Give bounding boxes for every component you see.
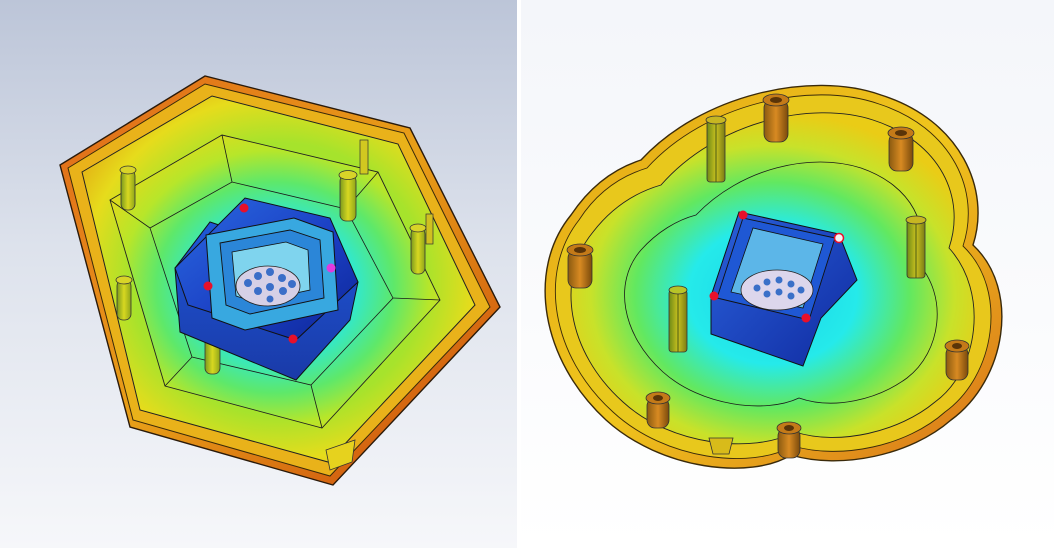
probe-marker-red [738, 210, 748, 220]
trefoil-rim-notch [708, 437, 734, 455]
probe-marker-red [801, 313, 811, 323]
boss [762, 93, 790, 143]
probe-marker-magenta [326, 263, 336, 273]
ribbed-post [668, 285, 688, 353]
analysis-result-image [0, 0, 1054, 548]
mounting-pin [119, 165, 137, 211]
trefoil-enclosure-render [521, 0, 1054, 548]
boss [645, 391, 671, 429]
boss [887, 126, 915, 172]
probe-marker-red [288, 334, 298, 344]
ribbed-post [905, 215, 927, 279]
hexagonal-enclosure-render [0, 0, 517, 548]
boss [566, 243, 594, 289]
boss [776, 421, 802, 459]
ribbed-post [705, 115, 727, 183]
probe-marker-white [833, 232, 845, 244]
hexagonal-enclosure-view [0, 0, 517, 548]
mounting-pin [115, 275, 133, 321]
probe-marker-red [239, 203, 249, 213]
probe-marker-red [203, 281, 213, 291]
boss [944, 339, 970, 381]
probe-marker-red [709, 291, 719, 301]
trefoil-enclosure-view [521, 0, 1054, 548]
